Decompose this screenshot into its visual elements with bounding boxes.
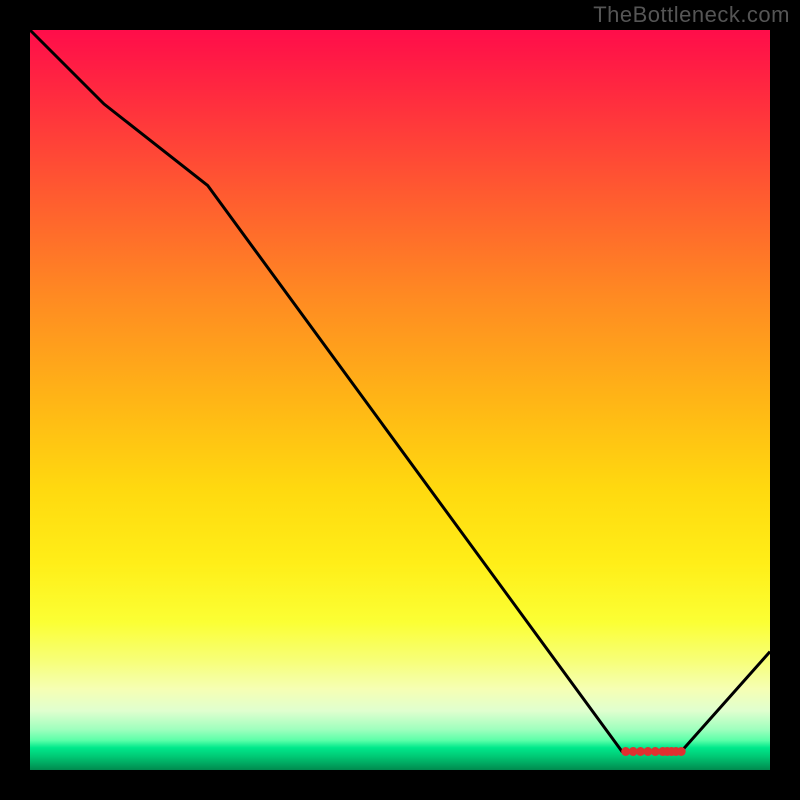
marker-group (621, 747, 686, 756)
chart-svg (30, 30, 770, 770)
data-line-group (30, 30, 770, 752)
data-marker (677, 747, 686, 756)
chart-frame: TheBottleneck.com (0, 0, 800, 800)
data-line (30, 30, 770, 752)
plot-area (30, 30, 770, 770)
watermark-text: TheBottleneck.com (593, 2, 790, 28)
